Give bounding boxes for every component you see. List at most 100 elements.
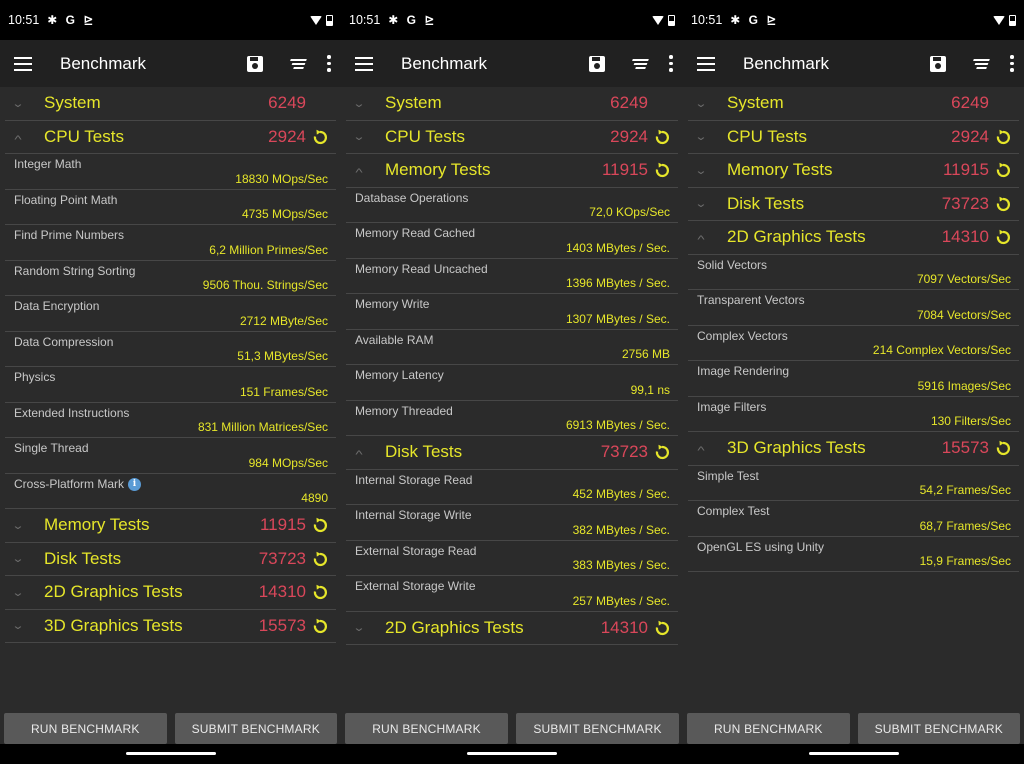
test-name-text: Available RAM [355,332,434,347]
save-icon[interactable] [930,55,946,72]
test-group[interactable]: ⌄ 3D Graphics Tests 15573 [5,610,336,643]
results-list: ⌄ System 6249 ⌄ CPU Tests 2924 ⌄ Memory Tests 11… [683,87,1024,572]
submit-benchmark-button[interactable]: SUBMIT BENCHMARK [174,713,337,744]
menu-icon[interactable] [14,56,32,71]
group-score: 2924 [951,126,989,146]
chevron-up-icon[interactable]: ^ [351,167,368,179]
rerun-icon[interactable] [995,129,1011,145]
chevron-down-icon[interactable]: ⌄ [10,552,27,565]
run-benchmark-button[interactable]: RUN BENCHMARK [687,713,850,744]
group-score: 73723 [941,193,989,213]
rerun-icon[interactable] [995,440,1011,456]
rerun-icon[interactable] [654,620,670,636]
test-row: Available RAM 2756 MB [346,330,678,365]
save-icon[interactable] [247,55,263,72]
test-value: 831 Million Matrices/Sec [197,420,328,434]
group-score: 15573 [258,615,306,635]
home-handle[interactable] [467,752,557,755]
rerun-icon[interactable] [312,584,328,600]
test-name: Data Encryption [14,299,99,313]
test-group[interactable]: ^ CPU Tests 2924 [5,121,336,154]
settings-icon: ✱ [47,13,58,27]
chevron-down-icon[interactable]: ⌄ [693,197,710,210]
test-group[interactable]: ⌄ System 6249 [688,87,1019,121]
rerun-icon[interactable] [654,162,670,178]
test-group[interactable]: ⌄ System 6249 [5,87,336,121]
more-options-icon[interactable] [669,55,673,72]
sort-icon[interactable] [970,58,990,69]
test-name: Database Operations [355,191,468,205]
run-benchmark-button[interactable]: RUN BENCHMARK [345,713,508,744]
home-handle[interactable] [125,752,216,755]
test-group[interactable]: ^ 2D Graphics Tests 14310 [688,221,1019,255]
rerun-icon[interactable] [654,129,670,145]
run-benchmark-button[interactable]: RUN BENCHMARK [4,713,167,744]
chevron-down-icon[interactable]: ⌄ [693,164,710,177]
test-group[interactable]: ⌄ Memory Tests 11915 [688,154,1019,188]
sort-icon[interactable] [629,58,649,69]
rerun-icon[interactable] [312,129,328,145]
test-name-text: Memory Threaded [355,403,453,418]
test-group[interactable]: ⌄ 2D Graphics Tests 14310 [5,576,336,610]
menu-icon[interactable] [697,56,715,71]
test-name-text: Floating Point Math [14,192,118,207]
test-group[interactable]: ^ Disk Tests 73723 [346,436,678,470]
test-name-text: Random String Sorting [14,263,136,278]
test-group[interactable]: ⌄ Disk Tests 73723 [688,188,1019,221]
chevron-down-icon[interactable]: ⌄ [10,619,27,632]
rerun-icon[interactable] [312,618,328,634]
chevron-down-icon[interactable]: ⌄ [351,97,368,110]
rerun-icon[interactable] [995,162,1011,178]
app-title: Benchmark [743,53,829,73]
test-group[interactable]: ⌄ CPU Tests 2924 [346,121,678,154]
menu-icon[interactable] [355,56,373,71]
test-value: 452 MBytes / Sec. [572,487,670,501]
test-value: 9506 Thou. Strings/Sec [202,278,328,292]
test-group[interactable]: ⌄ 2D Graphics Tests 14310 [346,612,678,645]
test-group[interactable]: ^ Memory Tests 11915 [346,154,678,188]
test-group[interactable]: ⌄ Memory Tests 11915 [5,509,336,543]
rerun-icon[interactable] [312,517,328,533]
chevron-down-icon[interactable]: ⌄ [693,130,710,143]
chevron-up-icon[interactable]: ^ [693,234,710,246]
chevron-up-icon[interactable]: ^ [351,449,368,461]
test-name-text: OpenGL ES using Unity [697,539,824,554]
chevron-down-icon[interactable]: ⌄ [10,97,27,110]
chevron-up-icon[interactable]: ^ [693,445,710,457]
home-handle[interactable] [808,752,899,755]
test-group[interactable]: ⌄ CPU Tests 2924 [688,121,1019,154]
test-row: Cross-Platform Mark i 4890 [5,474,336,509]
chevron-down-icon[interactable]: ⌄ [10,586,27,599]
chevron-down-icon[interactable]: ⌄ [351,130,368,143]
chevron-up-icon[interactable]: ^ [10,134,27,146]
info-icon[interactable]: i [128,477,142,491]
submit-benchmark-button[interactable]: SUBMIT BENCHMARK [516,713,679,744]
test-name: Internal Storage Write [355,508,472,522]
rerun-icon[interactable] [312,551,328,567]
rerun-icon[interactable] [995,196,1011,212]
rerun-icon[interactable] [995,229,1011,245]
group-name: Disk Tests [385,442,463,462]
test-name: Memory Read Cached [355,226,475,240]
test-name: Simple Test [697,469,759,483]
test-name-text: Memory Latency [355,368,444,382]
test-value: 2712 MByte/Sec [239,313,328,328]
test-group[interactable]: ⌄ Disk Tests 73723 [5,543,336,576]
chevron-down-icon[interactable]: ⌄ [10,519,27,532]
more-options-icon[interactable] [327,55,331,72]
rerun-icon[interactable] [654,444,670,460]
test-name-text: Internal Storage Write [355,508,472,522]
group-score: 14310 [258,582,306,602]
test-row: External Storage Write 257 MBytes / Sec. [346,576,678,612]
submit-benchmark-button[interactable]: SUBMIT BENCHMARK [857,713,1020,744]
save-icon[interactable] [589,55,605,72]
google-icon: G [65,13,75,27]
chevron-down-icon[interactable]: ⌄ [693,97,710,110]
test-value: 257 MBytes / Sec. [572,593,670,608]
chevron-down-icon[interactable]: ⌄ [351,621,368,634]
test-group[interactable]: ^ 3D Graphics Tests 15573 [688,432,1019,466]
sort-icon[interactable] [287,58,307,69]
test-group[interactable]: ⌄ System 6249 [346,87,678,121]
group-name: System [727,93,784,113]
more-options-icon[interactable] [1010,55,1014,72]
